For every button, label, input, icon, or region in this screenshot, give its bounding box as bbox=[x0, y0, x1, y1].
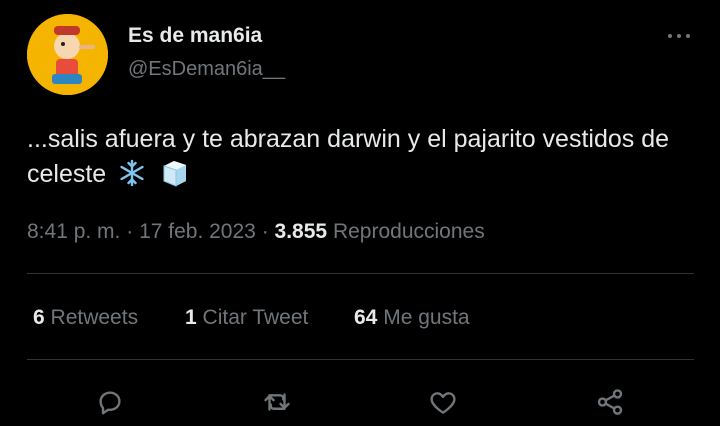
reply-icon bbox=[99, 391, 121, 415]
views-label: Reproducciones bbox=[332, 220, 485, 243]
share-button[interactable] bbox=[592, 384, 628, 420]
divider bbox=[27, 359, 694, 360]
meta-separator: · bbox=[261, 220, 269, 243]
views-count: 3.855 bbox=[274, 220, 328, 243]
retweets-label: Retweets bbox=[50, 306, 139, 329]
like-icon bbox=[430, 392, 456, 414]
divider bbox=[27, 273, 694, 274]
retweet-button[interactable] bbox=[259, 384, 295, 420]
reply-button[interactable] bbox=[92, 384, 128, 420]
snowflake-icon bbox=[117, 158, 147, 198]
meta-separator: · bbox=[126, 220, 134, 243]
quotes-label: Citar Tweet bbox=[202, 306, 309, 329]
more-options-icon[interactable] bbox=[664, 23, 694, 49]
ice-cube-icon bbox=[158, 158, 190, 198]
like-button[interactable] bbox=[425, 384, 461, 420]
likes-label: Me gusta bbox=[383, 306, 470, 329]
author-name[interactable]: Es de man6ia bbox=[128, 24, 262, 48]
tweet-time[interactable]: 8:41 p. m. bbox=[27, 220, 120, 243]
tweet-meta: 8:41 p. m. · 17 feb. 2023 · 3.855 Reprod… bbox=[27, 220, 485, 244]
likes-count: 64 bbox=[354, 306, 378, 329]
author-handle[interactable]: @EsDeman6ia__ bbox=[128, 58, 285, 81]
retweets-count: 6 bbox=[33, 306, 45, 329]
quotes-count: 1 bbox=[185, 306, 197, 329]
retweet-icon bbox=[264, 393, 290, 411]
pinocchio-avatar-icon bbox=[27, 14, 108, 95]
share-icon bbox=[597, 389, 623, 415]
tweet-text: ...salis afuera y te abrazan darwin y el… bbox=[27, 122, 687, 198]
tweet-date[interactable]: 17 feb. 2023 bbox=[139, 220, 256, 243]
avatar[interactable] bbox=[27, 14, 108, 95]
quotes-stat[interactable]: 1 Citar Tweet bbox=[185, 306, 308, 330]
retweets-stat[interactable]: 6 Retweets bbox=[33, 306, 138, 330]
likes-stat[interactable]: 64 Me gusta bbox=[354, 306, 470, 330]
